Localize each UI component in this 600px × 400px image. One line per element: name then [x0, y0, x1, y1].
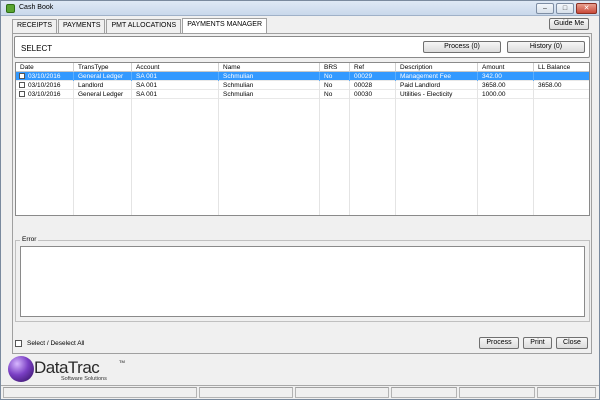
tab-payments-manager[interactable]: PAYMENTS MANAGER — [182, 18, 267, 33]
empty-grid-area — [16, 99, 589, 215]
row-checkbox[interactable] — [19, 91, 25, 97]
close-button[interactable]: Close — [556, 337, 588, 349]
status-segment — [3, 387, 197, 398]
minimize-button[interactable]: – — [536, 3, 554, 14]
close-window-button[interactable]: ✕ — [576, 3, 597, 14]
brs-cell: No — [320, 90, 350, 99]
row-checkbox[interactable] — [19, 82, 25, 88]
guide-me-button[interactable]: Guide Me — [549, 18, 589, 30]
column-header-account[interactable]: Account — [132, 63, 219, 72]
column-header-ll-balance[interactable]: LL Balance — [534, 63, 589, 72]
logo-wordmark: DataTrac — [34, 358, 100, 377]
title-bar[interactable]: Cash Book – □ ✕ — [1, 1, 599, 16]
column-header-transtype[interactable]: TransType — [74, 63, 132, 72]
brs-cell: No — [320, 81, 350, 90]
print-button[interactable]: Print — [523, 337, 552, 349]
select-section: SELECT — [14, 36, 590, 58]
description-cell: Management Fee — [396, 72, 478, 81]
process-count-button[interactable]: Process (0) — [423, 41, 501, 53]
column-divider — [350, 99, 396, 215]
column-header-name[interactable]: Name — [219, 63, 320, 72]
column-divider — [132, 99, 219, 215]
name-cell: Schmulian — [219, 81, 320, 90]
tab-receipts[interactable]: RECEIPTS — [12, 19, 58, 33]
status-segment — [537, 387, 596, 398]
amount-cell: 342.00 — [478, 72, 534, 81]
datatrac-logo: DataTrac TM Software Solutions — [8, 356, 128, 384]
logo-tagline: Software Solutions — [61, 376, 107, 382]
account-cell: SA 001 — [132, 90, 219, 99]
name-cell: Schmulian — [219, 90, 320, 99]
select-all-checkbox[interactable] — [15, 340, 22, 347]
history-count-button[interactable]: History (0) — [507, 41, 585, 53]
name-cell: Schmulian — [219, 72, 320, 81]
account-cell: SA 001 — [132, 81, 219, 90]
table-row[interactable]: 03/10/2016 Landlord SA 001 Schmulian No … — [16, 81, 589, 90]
ll-balance-cell: 3658.00 — [538, 82, 562, 89]
account-cell: SA 001 — [132, 72, 219, 81]
column-divider — [16, 99, 74, 215]
column-header-amount[interactable]: Amount — [478, 63, 534, 72]
ll-balance-cell — [534, 72, 589, 81]
column-divider — [219, 99, 320, 215]
error-label: Error — [20, 236, 39, 243]
maximize-button[interactable]: □ — [556, 3, 574, 14]
column-header-date[interactable]: Date — [16, 63, 74, 72]
brs-cell: No — [320, 72, 350, 81]
table-row[interactable]: 03/10/2016 General Ledger SA 001 Schmuli… — [16, 90, 589, 99]
description-cell: Utilities - Electicity — [396, 90, 478, 99]
column-divider — [478, 99, 534, 215]
tab-pmt-allocations[interactable]: PMT ALLOCATIONS — [106, 19, 182, 33]
logo-orb-icon — [8, 356, 34, 382]
status-bar — [1, 385, 599, 399]
process-button[interactable]: Process — [479, 337, 519, 349]
tab-strip: RECEIPTS PAYMENTS PMT ALLOCATIONS PAYMEN… — [12, 18, 268, 33]
ref-cell: 00030 — [350, 90, 396, 99]
window-title: Cash Book — [19, 4, 54, 11]
status-segment — [459, 387, 535, 398]
grid-header-row: Date TransType Account Name BRS Ref Desc… — [16, 63, 589, 72]
ll-balance-cell — [534, 90, 589, 99]
column-divider — [74, 99, 132, 215]
cash-book-window: Cash Book – □ ✕ RECEIPTS PAYMENTS PMT AL… — [0, 0, 600, 400]
column-header-description[interactable]: Description — [396, 63, 478, 72]
tab-payments[interactable]: PAYMENTS — [58, 19, 106, 33]
column-header-ref[interactable]: Ref — [350, 63, 396, 72]
description-cell: Paid Landlord — [396, 81, 478, 90]
ref-cell: 00028 — [350, 81, 396, 90]
transtype-cell: General Ledger — [74, 72, 132, 81]
logo-trademark: TM — [119, 359, 125, 364]
transtype-cell: General Ledger — [74, 90, 132, 99]
ref-cell: 00029 — [350, 72, 396, 81]
cash-book-app-icon — [6, 4, 15, 13]
amount-cell: 3658.00 — [478, 81, 534, 90]
status-segment — [199, 387, 293, 398]
payments-grid[interactable]: Date TransType Account Name BRS Ref Desc… — [15, 62, 590, 216]
status-segment — [391, 387, 457, 398]
column-header-brs[interactable]: BRS — [320, 63, 350, 72]
column-divider — [396, 99, 478, 215]
amount-cell: 1000.00 — [478, 90, 534, 99]
select-all-label[interactable]: Select / Deselect All — [27, 340, 84, 347]
transtype-cell: Landlord — [74, 81, 132, 90]
status-segment — [295, 387, 389, 398]
error-textbox[interactable] — [20, 246, 585, 317]
row-checkbox[interactable] — [19, 73, 25, 79]
column-divider — [320, 99, 350, 215]
select-section-title: SELECT — [21, 44, 53, 53]
table-row[interactable]: 03/10/2016 General Ledger SA 001 Schmuli… — [16, 72, 589, 81]
